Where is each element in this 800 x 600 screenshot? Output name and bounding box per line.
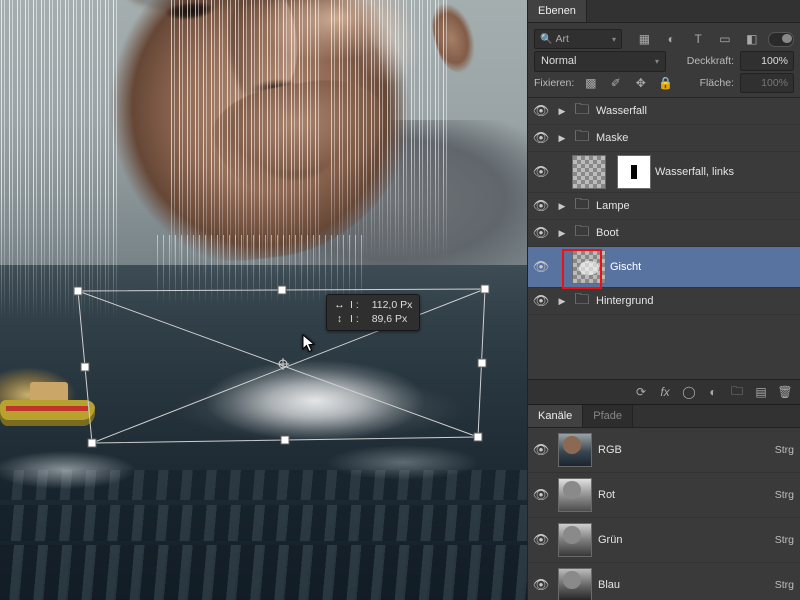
tab-channels[interactable]: Kanäle bbox=[528, 405, 583, 427]
folder-icon: 🗀 bbox=[572, 224, 592, 242]
link-layers-icon[interactable]: ⟳ bbox=[632, 384, 650, 400]
search-icon: 🔍 bbox=[540, 34, 552, 45]
visibility-icon[interactable]: 👁 bbox=[530, 198, 552, 214]
folder-icon: 🗀 bbox=[572, 292, 592, 310]
channel-row[interactable]: 👁 Rot Strg bbox=[528, 473, 800, 518]
layer-fx-icon[interactable]: fx bbox=[656, 384, 674, 400]
new-layer-icon[interactable]: ▤ bbox=[752, 384, 770, 400]
delete-layer-icon[interactable]: 🗑 bbox=[776, 384, 794, 400]
document-canvas[interactable]: ↔I : 112,0 Px ↕I : 89,6 Px bbox=[0, 0, 528, 600]
new-group-icon[interactable]: 🗀 bbox=[728, 384, 746, 400]
lock-transparency-icon[interactable]: ▩ bbox=[580, 73, 601, 93]
filter-shape-icon[interactable]: ▭ bbox=[715, 29, 736, 49]
transform-size-tooltip: ↔I : 112,0 Px ↕I : 89,6 Px bbox=[326, 294, 420, 331]
visibility-icon[interactable]: 👁 bbox=[530, 487, 552, 503]
folder-icon: 🗀 bbox=[572, 129, 592, 147]
fill-field[interactable]: 100% bbox=[740, 73, 794, 93]
disclosure-icon[interactable]: ▶ bbox=[556, 133, 568, 144]
lock-label: Fixieren: bbox=[534, 77, 574, 89]
fill-label: Fläche: bbox=[700, 77, 734, 89]
channels-list[interactable]: 👁 RGB Strg 👁 Rot Strg 👁 Grün Strg bbox=[528, 428, 800, 600]
disclosure-icon[interactable]: ▶ bbox=[556, 201, 568, 212]
visibility-icon[interactable]: 👁 bbox=[530, 130, 552, 146]
folder-icon: 🗀 bbox=[572, 197, 592, 215]
layer-item-selected[interactable]: 👁 Gischt bbox=[528, 247, 800, 288]
layers-footer: ⟳ fx ◯ ◐ 🗀 ▤ 🗑 bbox=[528, 379, 800, 404]
layer-group[interactable]: 👁 ▶ 🗀 Boot bbox=[528, 220, 800, 247]
visibility-icon[interactable]: 👁 bbox=[530, 442, 552, 458]
channel-row[interactable]: 👁 Grün Strg bbox=[528, 518, 800, 563]
layer-group[interactable]: 👁 ▶ 🗀 Lampe bbox=[528, 193, 800, 220]
opacity-field[interactable]: 100% bbox=[740, 51, 794, 71]
visibility-icon[interactable]: 👁 bbox=[530, 103, 552, 119]
filter-toggle[interactable] bbox=[768, 32, 794, 47]
visibility-icon[interactable]: 👁 bbox=[530, 225, 552, 241]
disclosure-icon[interactable]: ▶ bbox=[556, 228, 568, 239]
filter-smart-icon[interactable]: ◧ bbox=[741, 29, 762, 49]
visibility-icon[interactable]: 👁 bbox=[530, 532, 552, 548]
channel-row[interactable]: 👁 RGB Strg bbox=[528, 428, 800, 473]
layer-group[interactable]: 👁 ▶ 🗀 Wasserfall bbox=[528, 98, 800, 125]
layer-group[interactable]: 👁 ▶ 🗀 Hintergrund bbox=[528, 288, 800, 315]
new-fill-adjust-icon[interactable]: ◐ bbox=[704, 384, 722, 400]
lock-all-icon[interactable]: 🔒 bbox=[655, 73, 676, 93]
disclosure-icon[interactable]: ▶ bbox=[556, 296, 568, 307]
channel-row[interactable]: 👁 Blau Strg bbox=[528, 563, 800, 600]
layer-item[interactable]: 👁 Wasserfall, links bbox=[528, 152, 800, 193]
tab-layers[interactable]: Ebenen bbox=[528, 0, 587, 22]
layer-kind-filter[interactable]: 🔍 Art ▾ bbox=[534, 29, 622, 49]
layer-thumbnail[interactable] bbox=[572, 250, 606, 284]
layer-thumbnail[interactable] bbox=[572, 155, 606, 189]
layer-mask-thumbnail[interactable] bbox=[617, 155, 651, 189]
visibility-icon[interactable]: 👁 bbox=[530, 293, 552, 309]
visibility-icon[interactable]: 👁 bbox=[530, 577, 552, 593]
chevron-down-icon: ▾ bbox=[612, 35, 616, 44]
layer-group[interactable]: 👁 ▶ 🗀 Maske bbox=[528, 125, 800, 152]
opacity-label: Deckkraft: bbox=[687, 55, 734, 67]
tab-paths[interactable]: Pfade bbox=[583, 405, 633, 427]
visibility-icon[interactable]: 👁 bbox=[530, 259, 552, 275]
folder-icon: 🗀 bbox=[572, 102, 592, 120]
filter-type-icon[interactable]: T bbox=[688, 29, 709, 49]
lock-pixels-icon[interactable]: ✐ bbox=[605, 73, 626, 93]
filter-adjust-icon[interactable]: ◐ bbox=[661, 29, 682, 49]
disclosure-icon[interactable]: ▶ bbox=[556, 106, 568, 117]
lock-position-icon[interactable]: ✥ bbox=[630, 73, 651, 93]
add-mask-icon[interactable]: ◯ bbox=[680, 384, 698, 400]
visibility-icon[interactable]: 👁 bbox=[530, 164, 552, 180]
blend-mode-select[interactable]: Normal▾ bbox=[534, 51, 666, 72]
filter-pixel-icon[interactable]: ▦ bbox=[634, 29, 655, 49]
layers-list[interactable]: 👁 ▶ 🗀 Wasserfall 👁 ▶ 🗀 Maske 👁 Wasserfal… bbox=[528, 98, 800, 379]
